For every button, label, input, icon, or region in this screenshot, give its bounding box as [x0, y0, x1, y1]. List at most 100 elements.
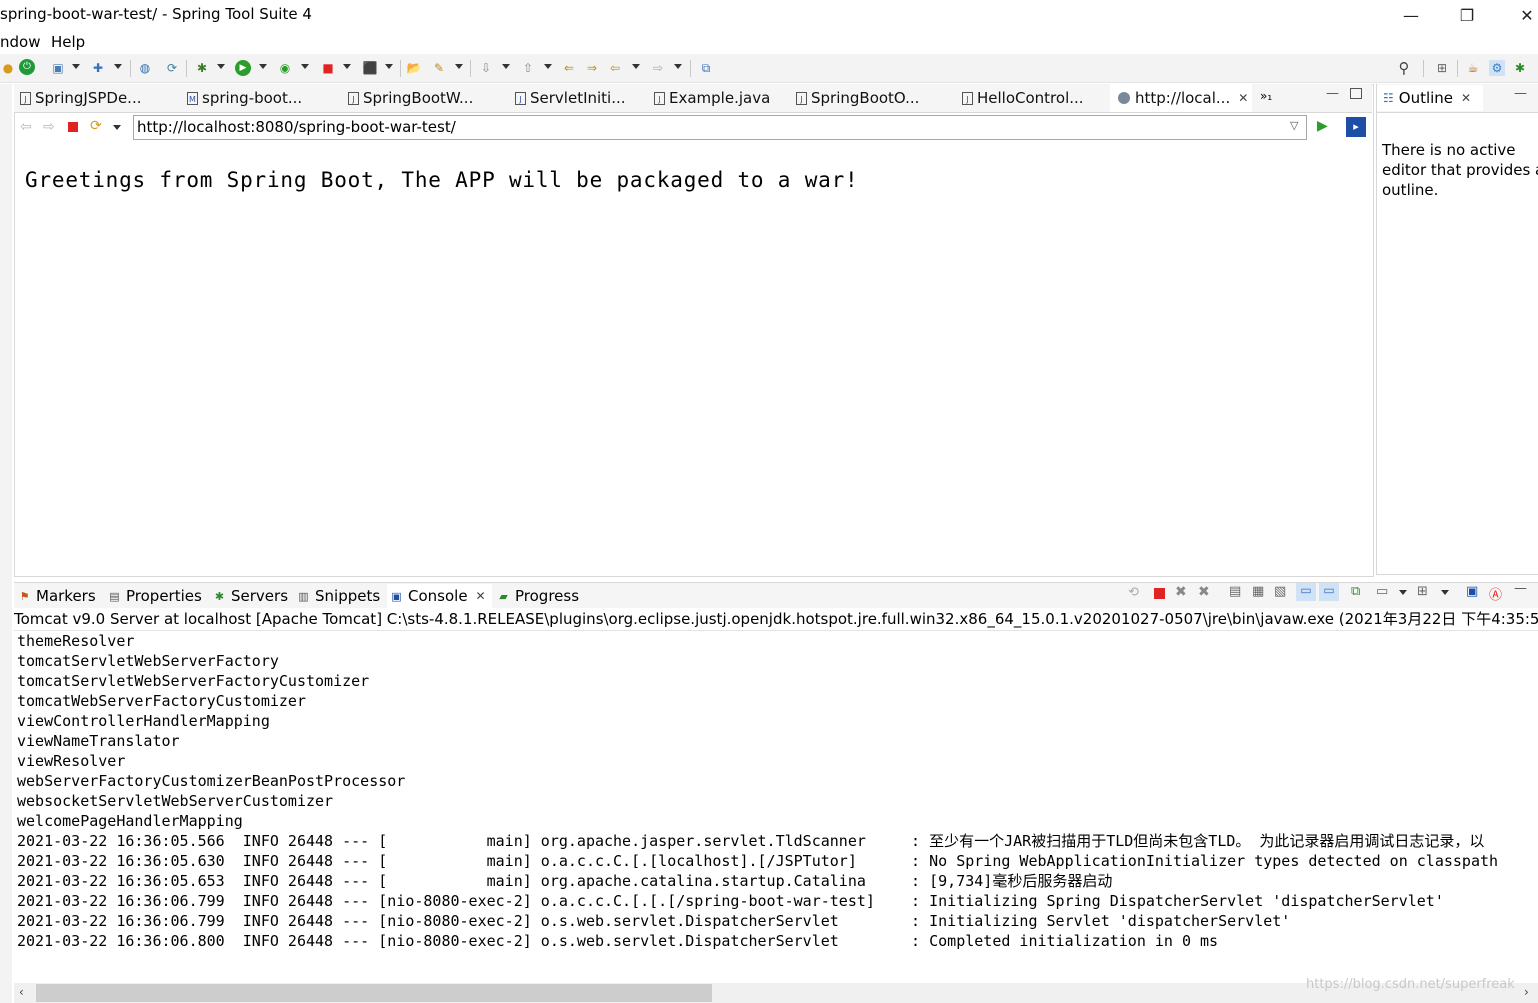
spring-icon[interactable]: Ⓐ	[1489, 584, 1502, 603]
forward-edit-icon[interactable]: ⇒	[584, 60, 600, 76]
chevron-down-icon[interactable]	[385, 64, 393, 69]
chevron-down-icon[interactable]	[114, 64, 122, 69]
tab-example-java[interactable]: J Example.java	[654, 84, 784, 112]
last-edit-location-icon[interactable]: ⇐	[561, 60, 577, 76]
minimize-editor-icon[interactable]: —	[1326, 86, 1339, 101]
next-annotation-icon[interactable]: ⇩	[478, 60, 494, 76]
debug-perspective-icon[interactable]: ✱	[1512, 60, 1528, 76]
minimize-console-icon[interactable]: —	[1514, 581, 1527, 596]
tab-springbooto[interactable]: J SpringBootO...	[796, 84, 956, 112]
reconnect-icon[interactable]: ⟲	[1128, 585, 1139, 600]
console-output[interactable]: themeResolver tomcatServletWebServerFact…	[14, 631, 1538, 981]
chevron-down-icon[interactable]	[455, 64, 463, 69]
title-bar: spring-boot-war-test/ - Spring Tool Suit…	[0, 0, 1538, 30]
tab-properties[interactable]: ▤ Properties	[108, 586, 202, 606]
chevron-down-icon[interactable]	[113, 125, 121, 130]
spring-boot-dashboard-icon[interactable]: ⏻	[19, 59, 35, 75]
maximize-editor-icon[interactable]	[1350, 88, 1362, 99]
close-window-button[interactable]: ✕	[1504, 0, 1538, 30]
menu-window[interactable]: ndow	[0, 33, 40, 51]
browser-menu-icon[interactable]: ▸	[1346, 117, 1366, 137]
tab-progress[interactable]: ▰ Progress	[497, 586, 579, 606]
terminate-icon[interactable]	[1154, 588, 1165, 599]
run-external-icon[interactable]: ◉	[277, 60, 293, 76]
outline-message-line: editor that provides a	[1382, 161, 1538, 179]
debug-icon[interactable]: ✱	[194, 60, 210, 76]
tab-label: Console	[408, 587, 468, 605]
globe-icon[interactable]: ◍	[137, 60, 153, 76]
partial-icon[interactable]: ●	[0, 60, 16, 76]
new-spring-starter-icon[interactable]: ✚	[90, 60, 106, 76]
terminate-icon[interactable]: ⬛	[362, 60, 378, 76]
open-folder-icon[interactable]: 📂	[406, 60, 422, 76]
menu-help[interactable]: Help	[51, 33, 85, 51]
restore-button[interactable]: ❐	[1444, 0, 1490, 30]
chevron-down-icon[interactable]	[72, 64, 80, 69]
scroll-left-icon[interactable]: ‹	[19, 985, 24, 999]
scroll-lock-icon[interactable]: ▦	[1252, 584, 1264, 599]
remove-launch-icon[interactable]: ✖	[1175, 584, 1187, 600]
go-icon[interactable]: ▶	[1317, 118, 1328, 134]
console-settings-icon[interactable]: ▣	[1466, 584, 1478, 599]
tab-markers[interactable]: ⚑ Markers	[18, 586, 96, 606]
minimize-button[interactable]: —	[1388, 0, 1434, 30]
spring-perspective-icon[interactable]: ⚙	[1489, 60, 1505, 76]
stop-icon[interactable]: ■	[320, 60, 336, 76]
back-icon[interactable]: ⇦	[20, 119, 32, 135]
chevron-down-icon[interactable]	[632, 64, 640, 69]
tab-hellocontroller[interactable]: J HelloControl...	[962, 84, 1102, 112]
pin-console-icon[interactable]: ⧉	[1351, 584, 1360, 599]
scroll-right-icon[interactable]: ›	[1524, 985, 1529, 999]
stop-icon[interactable]	[68, 122, 78, 132]
tab-springjspdemo[interactable]: J SpringJSPDe...	[20, 84, 180, 112]
chevron-down-icon[interactable]	[544, 64, 552, 69]
chevron-down-icon[interactable]	[217, 64, 225, 69]
back-icon[interactable]: ⇦	[607, 60, 623, 76]
open-type-icon[interactable]: ⟳	[164, 60, 180, 76]
tab-snippets[interactable]: ▥ Snippets	[297, 586, 380, 606]
toolbar-separator	[186, 60, 187, 77]
show-on-stderr-icon[interactable]: ▭	[1319, 583, 1339, 601]
refresh-icon[interactable]: ⟳	[90, 118, 102, 134]
chevron-down-icon[interactable]: ▽	[1290, 119, 1298, 132]
open-perspective-icon[interactable]: ⊞	[1434, 60, 1450, 76]
chevron-down-icon[interactable]	[1399, 590, 1407, 595]
tab-servletinitializer[interactable]: J ServletIniti...	[515, 84, 645, 112]
console-line: viewResolver	[17, 752, 126, 770]
chevron-down-icon[interactable]	[301, 64, 309, 69]
search-pencil-icon[interactable]: ✎	[431, 60, 447, 76]
scrollbar-thumb[interactable]	[36, 984, 712, 1002]
open-console-icon[interactable]: ⊞	[1417, 584, 1428, 599]
chevron-down-icon[interactable]	[1441, 590, 1449, 595]
word-wrap-icon[interactable]: ▧	[1274, 584, 1286, 599]
console-line: 2021-03-22 16:36:05.566 INFO 26448 --- […	[17, 832, 1485, 850]
close-icon[interactable]: ✕	[1238, 91, 1248, 105]
minimize-outline-icon[interactable]: —	[1514, 86, 1527, 101]
pin-editor-icon[interactable]: ⧉	[698, 60, 714, 76]
chevron-down-icon[interactable]	[259, 64, 267, 69]
chevron-down-icon[interactable]	[502, 64, 510, 69]
forward-icon[interactable]: ⇨	[43, 119, 55, 135]
chevron-down-icon[interactable]	[674, 64, 682, 69]
close-icon[interactable]: ✕	[1461, 91, 1471, 105]
previous-annotation-icon[interactable]: ⇧	[520, 60, 536, 76]
chevron-down-icon[interactable]	[343, 64, 351, 69]
forward-icon[interactable]: ⇨	[650, 60, 666, 76]
close-icon[interactable]: ✕	[476, 589, 486, 603]
show-on-stdout-icon[interactable]: ▭	[1296, 583, 1316, 601]
tab-outline[interactable]: ☷ Outline ✕	[1377, 85, 1483, 111]
url-input[interactable]: http://localhost:8080/spring-boot-war-te…	[133, 115, 1307, 140]
new-icon[interactable]: ▣	[50, 60, 66, 76]
tab-overflow-button[interactable]: »₁	[1260, 89, 1272, 103]
tab-servers[interactable]: ✱ Servers	[213, 586, 288, 606]
tab-browser-localhost[interactable]: http://local... ✕	[1110, 84, 1252, 112]
java-ee-perspective-icon[interactable]: ☕	[1465, 60, 1481, 76]
search-icon[interactable]: ⚲	[1396, 60, 1412, 76]
tab-spring-boot-pom[interactable]: M spring-boot...	[187, 84, 337, 112]
clear-console-icon[interactable]: ▤	[1229, 584, 1241, 599]
display-console-icon[interactable]: ▭	[1376, 584, 1388, 599]
run-icon[interactable]: ▶	[235, 60, 251, 76]
tab-console[interactable]: ▣ Console ✕	[387, 584, 492, 608]
remove-all-icon[interactable]: ✖	[1198, 584, 1210, 600]
tab-springbootwar[interactable]: J SpringBootW...	[348, 84, 508, 112]
